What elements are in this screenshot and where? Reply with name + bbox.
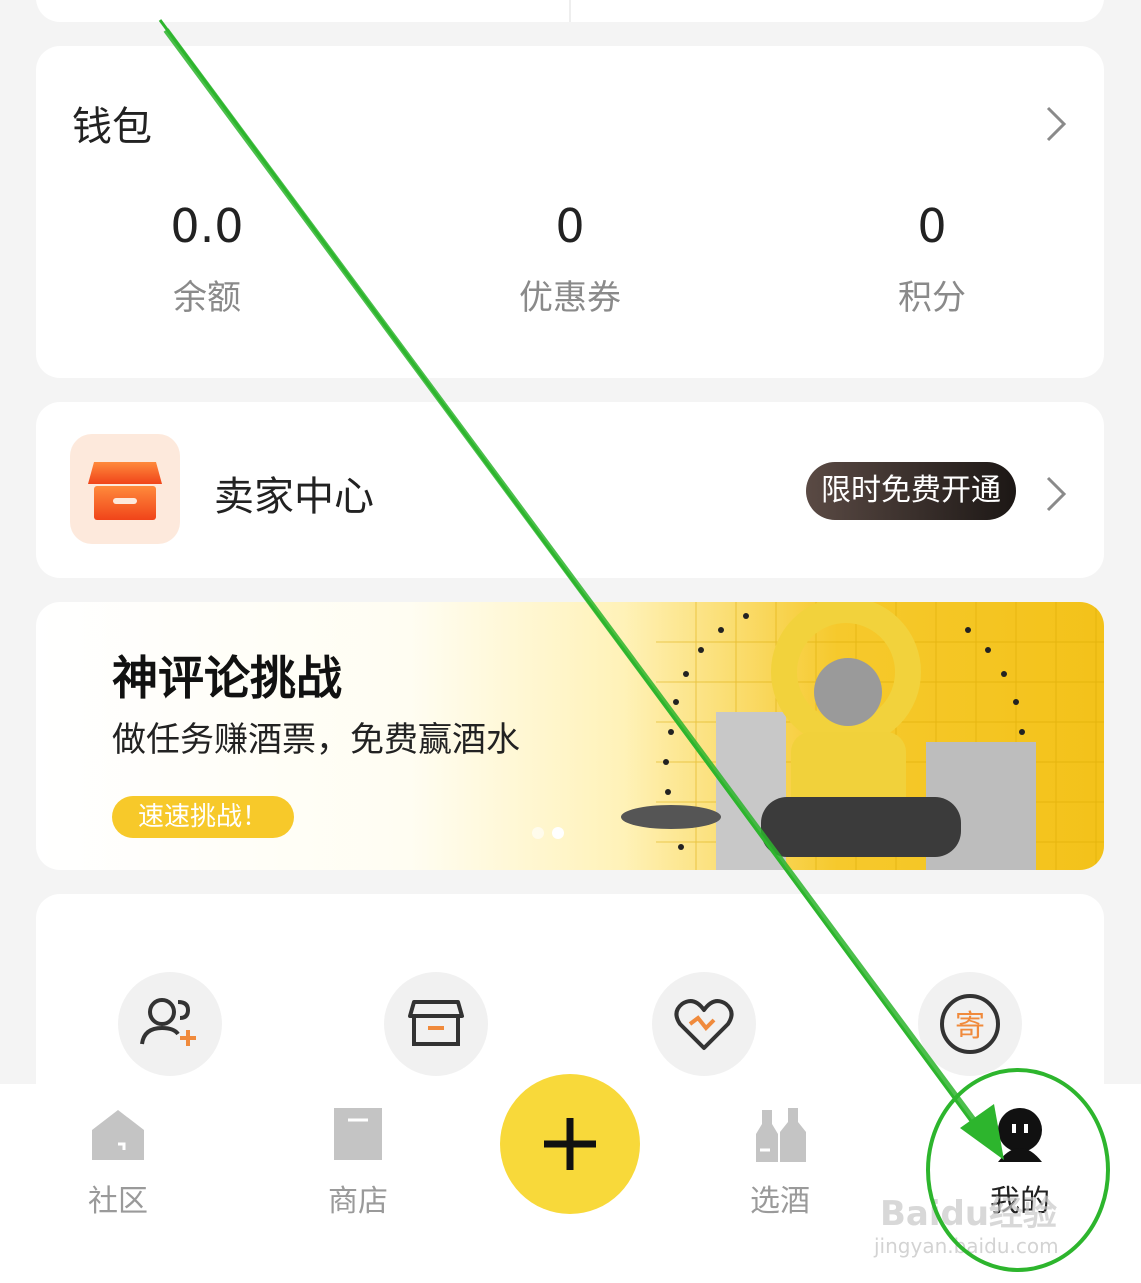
divider bbox=[569, 0, 571, 22]
points-label: 积分 bbox=[898, 278, 966, 318]
chevron-right-icon[interactable] bbox=[1036, 104, 1076, 144]
coupon-stat[interactable]: 0 优惠券 bbox=[450, 196, 690, 319]
plus-icon bbox=[544, 1118, 596, 1170]
seller-center-title: 卖家中心 bbox=[214, 474, 374, 520]
add-post-button[interactable] bbox=[500, 1074, 640, 1214]
points-value: 0 bbox=[917, 199, 947, 253]
chevron-right-icon[interactable] bbox=[1036, 474, 1076, 514]
nav-shop-label: 商店 bbox=[328, 1184, 388, 1219]
banner-subtitle: 做任务赚酒票，免费赢酒水 bbox=[112, 720, 520, 760]
mail-char: 寄 bbox=[955, 1009, 985, 1044]
shopping-bag-icon bbox=[334, 1108, 382, 1160]
store-icon[interactable] bbox=[384, 972, 488, 1076]
nav-wine[interactable]: 选酒 bbox=[700, 1104, 860, 1220]
bottles-icon bbox=[756, 1108, 806, 1162]
user-add-icon[interactable] bbox=[118, 972, 222, 1076]
watermark-url: jingyan.baidu.com bbox=[874, 1234, 1059, 1258]
coupon-label: 优惠券 bbox=[519, 278, 621, 318]
coupon-value: 0 bbox=[555, 199, 585, 253]
seller-store-icon bbox=[70, 434, 180, 544]
watermark-brand: Baidu经验 bbox=[880, 1194, 1058, 1234]
nav-wine-label: 选酒 bbox=[750, 1184, 810, 1219]
seller-center-card[interactable]: 卖家中心 限时免费开通 bbox=[36, 402, 1104, 578]
wallet-title: 钱包 bbox=[72, 104, 152, 150]
house-icon bbox=[92, 1110, 144, 1160]
mail-ji-icon[interactable]: 寄 bbox=[918, 972, 1022, 1076]
points-stat[interactable]: 0 积分 bbox=[812, 196, 1052, 319]
wallet-card[interactable]: 钱包 0.0 余额 0 优惠券 0 积分 bbox=[36, 46, 1104, 378]
balance-stat[interactable]: 0.0 余额 bbox=[87, 196, 327, 319]
promo-banner[interactable]: 神评论挑战 做任务赚酒票，免费赢酒水 速速挑战！ bbox=[36, 602, 1104, 870]
nav-shop[interactable]: 商店 bbox=[278, 1104, 438, 1220]
challenge-button[interactable]: 速速挑战！ bbox=[112, 796, 294, 838]
balance-label: 余额 bbox=[173, 278, 241, 318]
banner-title: 神评论挑战 bbox=[112, 651, 342, 705]
balance-value: 0.0 bbox=[170, 199, 244, 253]
carousel-indicator bbox=[532, 824, 572, 843]
nav-community-label: 社区 bbox=[88, 1184, 148, 1219]
profile-icon bbox=[998, 1108, 1042, 1162]
nav-community[interactable]: 社区 bbox=[38, 1104, 198, 1220]
banner-illustration bbox=[621, 602, 1104, 870]
top-card-partial bbox=[36, 0, 1104, 22]
free-open-badge[interactable]: 限时免费开通 bbox=[806, 462, 1016, 520]
heart-icon[interactable] bbox=[652, 972, 756, 1076]
